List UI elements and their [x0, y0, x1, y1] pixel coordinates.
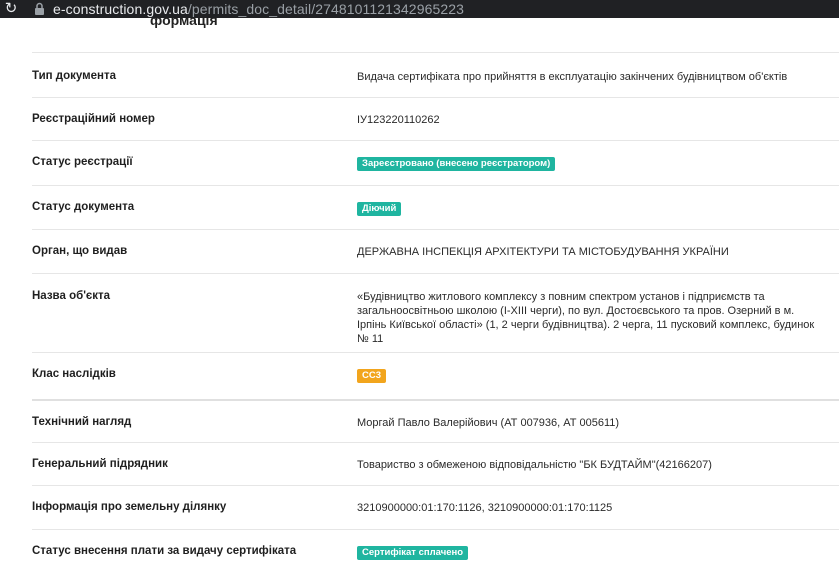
payment-status-badge: Сертифікат сплачено — [357, 546, 469, 560]
url-host: e-construction.gov.ua — [53, 1, 188, 17]
page-content: формація Тип документа Видача сертифікат… — [0, 18, 839, 569]
row-value: Моргай Павло Валерійович (АТ 007936, АТ … — [357, 417, 620, 429]
row-label: Статус документа — [32, 201, 135, 213]
address-bar[interactable]: e-construction.gov.ua/permits_doc_detail… — [53, 1, 464, 17]
row-payment-status: Статус внесення плати за видачу сертифік… — [32, 529, 839, 569]
row-value: Товариство з обмеженою відповідальністю … — [357, 459, 712, 471]
lock-icon[interactable] — [34, 2, 45, 16]
row-general-contractor: Генеральний підрядник Товариство з обмеж… — [32, 442, 839, 485]
row-label: Назва об'єкта — [32, 290, 111, 302]
class-badge: СС3 — [357, 369, 387, 383]
row-value: 3210900000:01:170:1126, 3210900000:01:17… — [357, 502, 613, 514]
document-details-table: Тип документа Видача сертифіката про при… — [32, 52, 839, 569]
status-badge: Діючий — [357, 202, 402, 216]
reload-icon[interactable]: ↻ — [0, 0, 22, 18]
row-technical-supervision: Технічний нагляд Моргай Павло Валерійови… — [32, 399, 839, 442]
section-title: формація — [150, 18, 218, 28]
row-label: Генеральний підрядник — [32, 458, 168, 470]
row-label: Статус реєстрації — [32, 156, 133, 168]
row-registration-status: Статус реєстрації Зареєстровано (внесено… — [32, 140, 839, 185]
url-path: /permits_doc_detail/2748101121342965223 — [187, 1, 465, 17]
row-label: Інформація про земельну ділянку — [32, 501, 227, 513]
row-label: Клас наслідків — [32, 368, 116, 380]
row-land-plot-info: Інформація про земельну ділянку 32109000… — [32, 485, 839, 529]
row-document-status: Статус документа Діючий — [32, 185, 839, 229]
status-badge: Зареєстровано (внесено реєстратором) — [357, 157, 556, 171]
row-value: «Будівництво житлового комплексу з повни… — [357, 291, 815, 345]
row-label: Технічний нагляд — [32, 416, 132, 428]
row-value: ІУ123220110262 — [357, 114, 440, 126]
row-registration-number: Реєстраційний номер ІУ123220110262 — [32, 97, 839, 140]
row-label: Статус внесення плати за видачу сертифік… — [32, 545, 297, 557]
row-document-type: Тип документа Видача сертифіката про при… — [32, 52, 839, 97]
row-label: Реєстраційний номер — [32, 113, 155, 125]
row-object-name: Назва об'єкта «Будівництво житлового ком… — [32, 273, 839, 352]
row-label: Тип документа — [32, 70, 116, 82]
row-consequence-class: Клас наслідків СС3 — [32, 352, 839, 399]
row-issuing-authority: Орган, що видав ДЕРЖАВНА ІНСПЕКЦІЯ АРХІТ… — [32, 229, 839, 273]
browser-toolbar: ↻ e-construction.gov.ua/permits_doc_deta… — [0, 0, 839, 18]
row-value: ДЕРЖАВНА ІНСПЕКЦІЯ АРХІТЕКТУРИ ТА МІСТОБ… — [357, 246, 729, 258]
row-label: Орган, що видав — [32, 245, 128, 257]
row-value: Видача сертифіката про прийняття в експл… — [357, 71, 788, 83]
